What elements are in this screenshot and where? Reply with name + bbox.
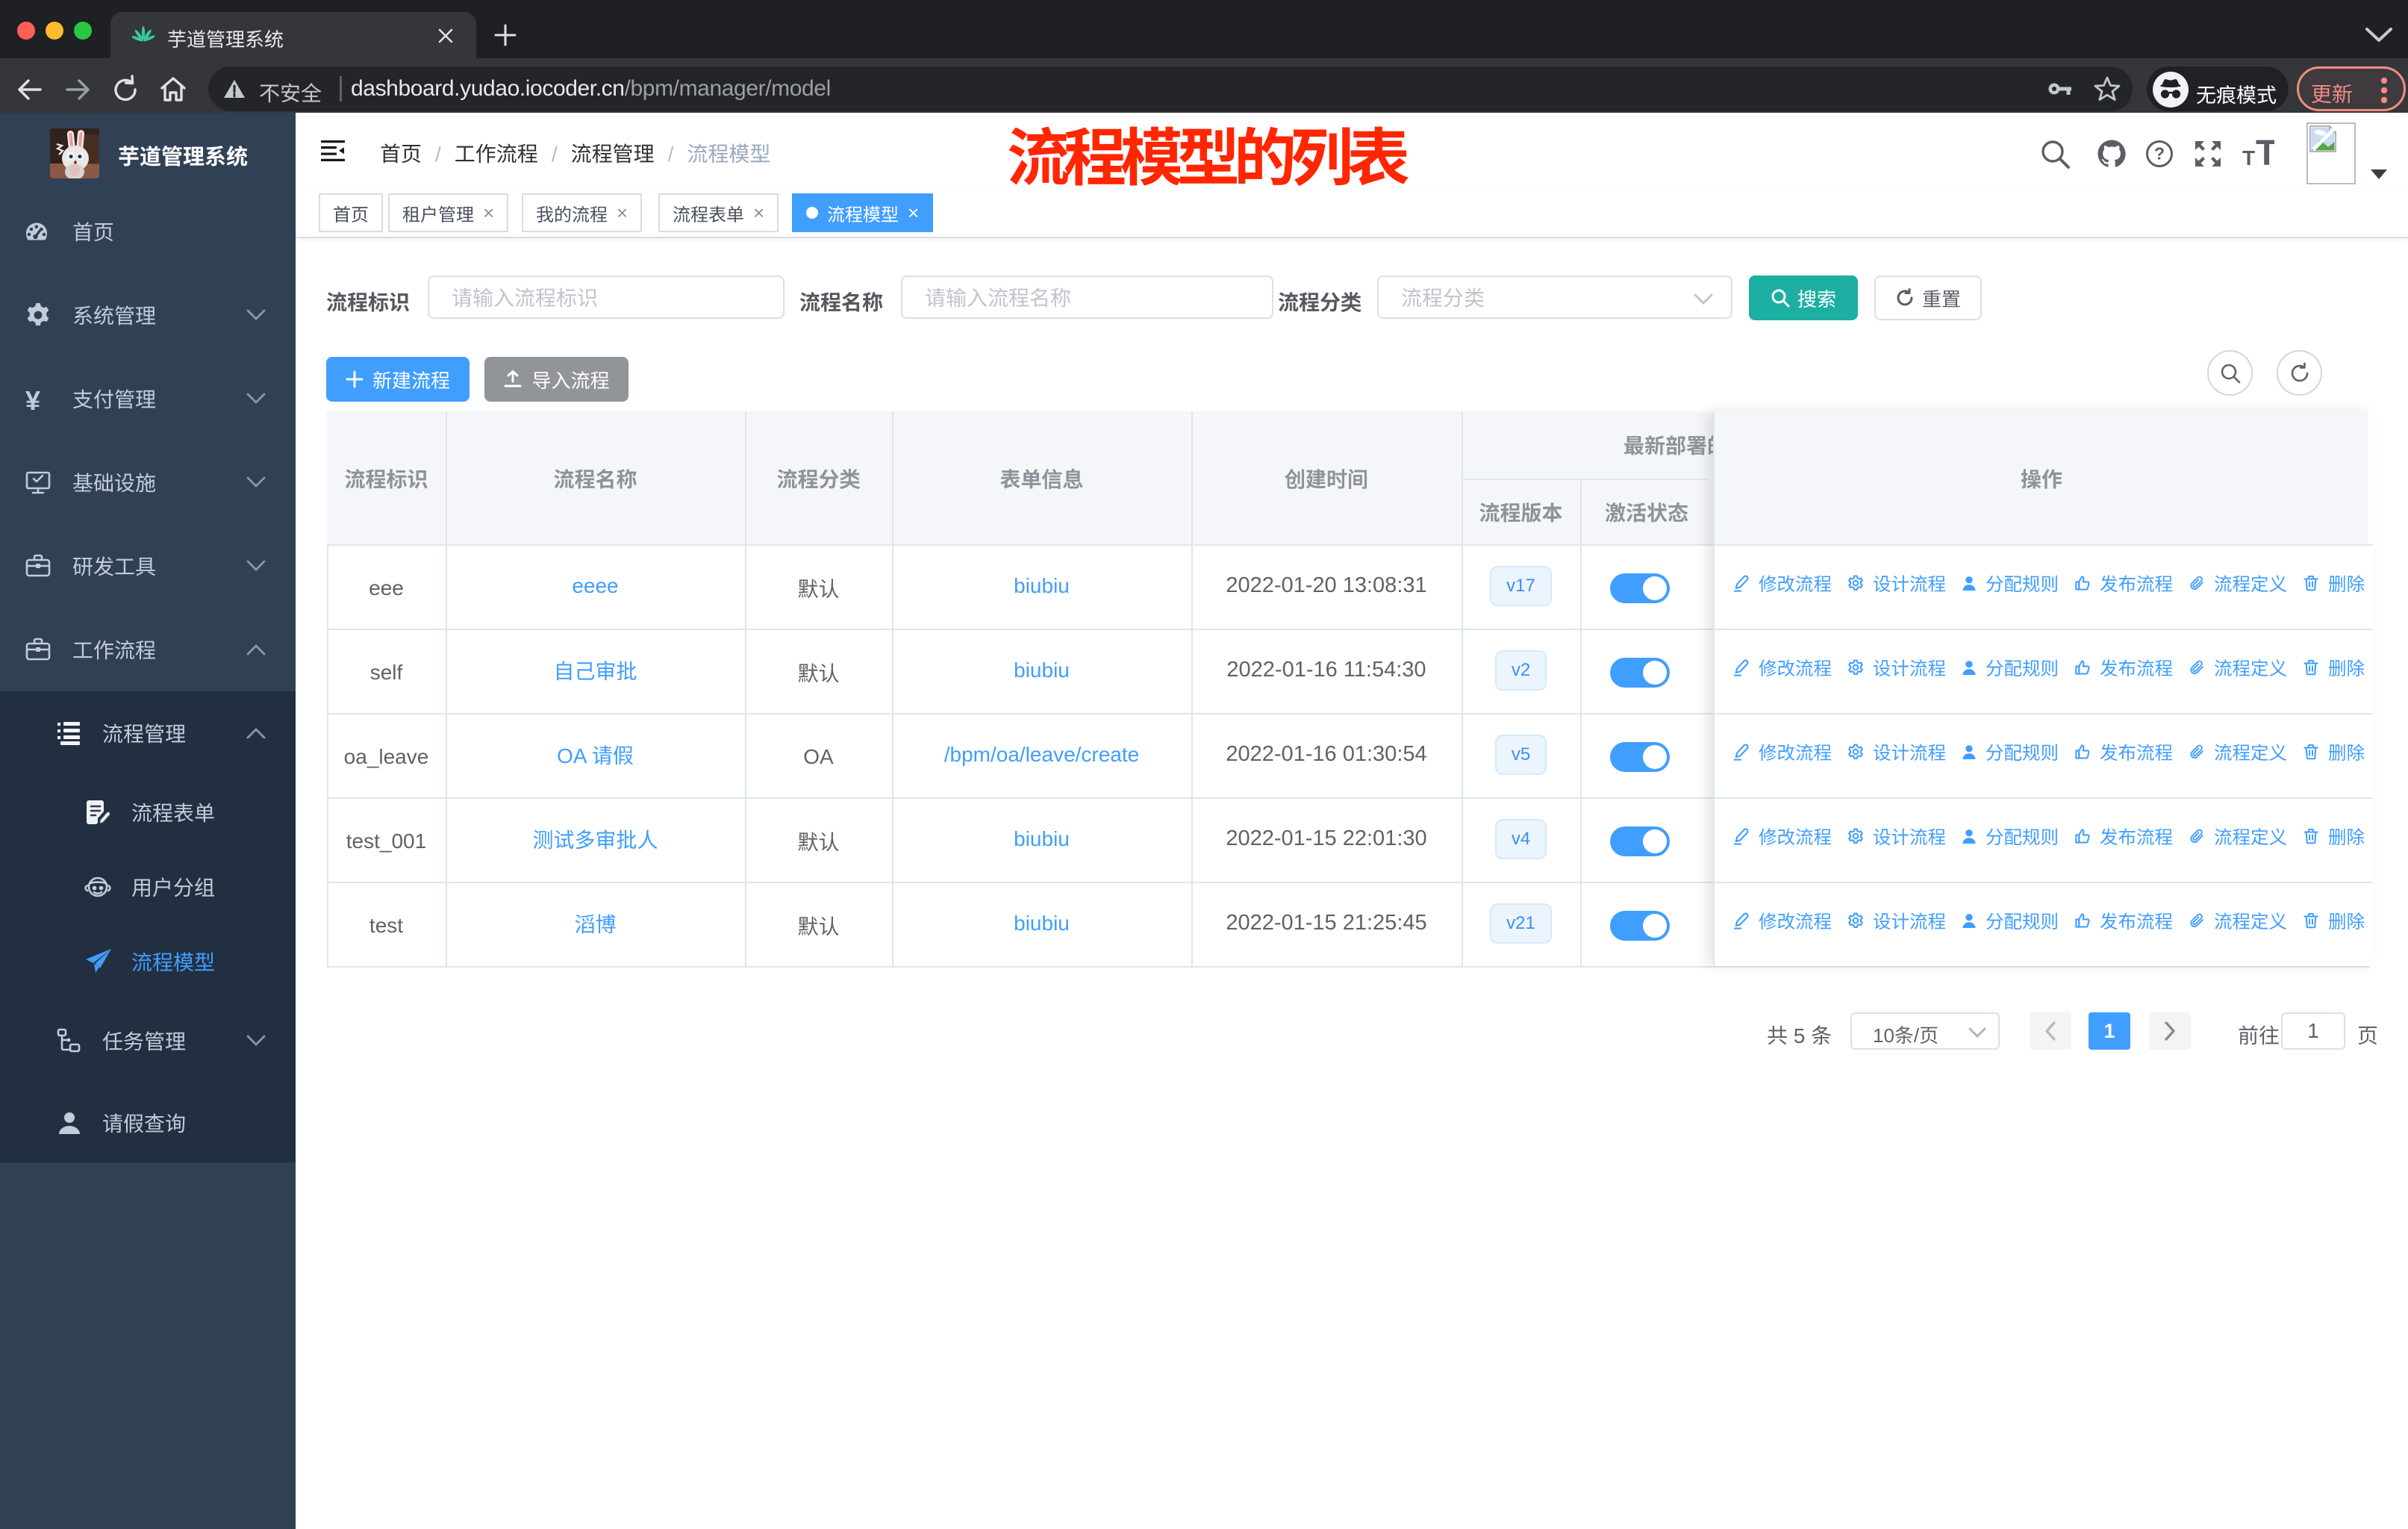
svg-text:T: T xyxy=(2256,137,2274,170)
svg-text:T: T xyxy=(2242,146,2255,169)
svg-text:?: ? xyxy=(2154,144,2165,164)
